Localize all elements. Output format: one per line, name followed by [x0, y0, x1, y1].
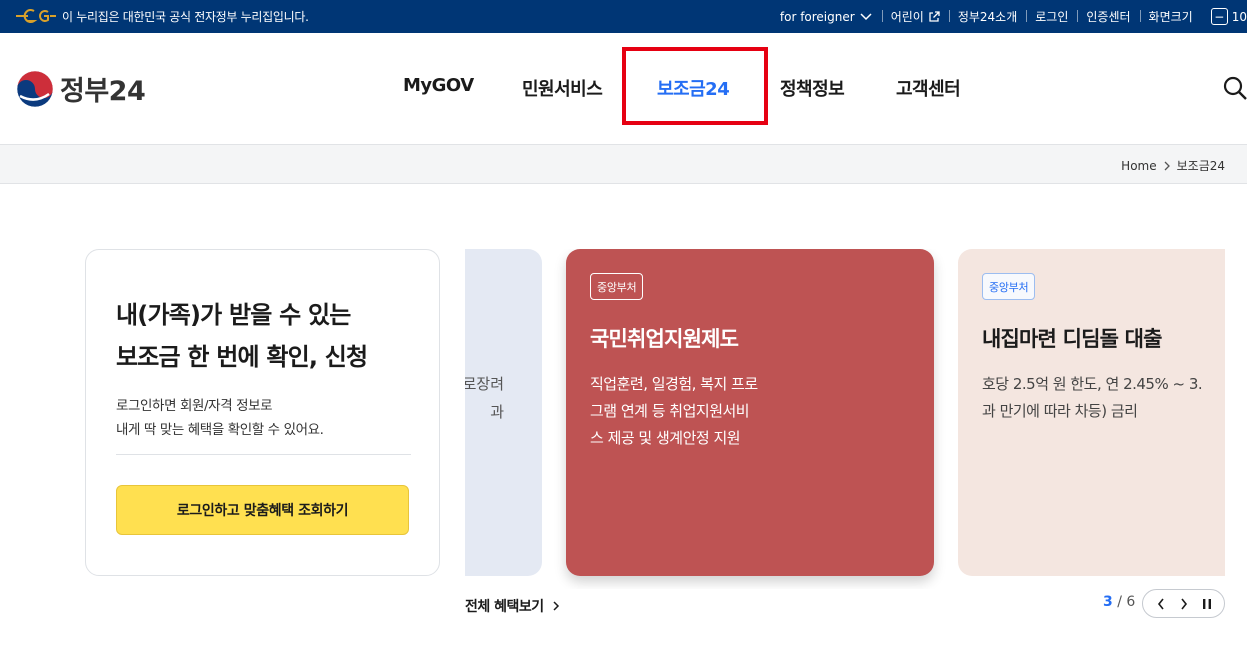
intro-description: 로그인하면 회원/자격 정보로 내게 딱 맞는 혜택을 확인할 수 있어요. [116, 394, 416, 442]
chevron-left-icon [1157, 598, 1164, 609]
screen-size-label: 화면크기 [1139, 8, 1202, 25]
nav-policy-info[interactable]: 정책정보 [780, 75, 845, 101]
card-desc-line1: 호당 2.5억 원 한도, 연 2.45% ~ 3. [982, 375, 1203, 393]
benefit-card-home-loan[interactable]: 중앙부처 내집마련 디딤돌 대출 호당 2.5억 원 한도, 연 2.45% ~… [958, 249, 1225, 576]
search-icon[interactable] [1222, 75, 1247, 101]
view-all-benefits-link[interactable]: 전체 혜택보기 [465, 596, 560, 616]
government-banner: 이 누리집은 대한민국 공식 전자정부 누리집입니다. for foreigne… [0, 0, 1247, 33]
site-header: 정부24 MyGOV 민원서비스 보조금24 정책정보 고객센터 [0, 33, 1247, 144]
certification-center-link[interactable]: 인증센터 [1077, 8, 1139, 25]
breadcrumb-bar: Home 보조금24 [0, 144, 1247, 184]
page-separator: / [1117, 594, 1122, 610]
intro-headline-line2: 보조금 한 번에 확인, 신청 [116, 343, 368, 371]
ministry-badge: 중앙부처 [982, 273, 1036, 300]
benefit-card-description: 호당 2.5억 원 한도, 연 2.45% ~ 3. 과 만기에 따라 차등) … [982, 371, 1203, 425]
view-all-label: 전체 혜택보기 [465, 599, 544, 615]
official-site-notice: 이 누리집은 대한민국 공식 전자정부 누리집입니다. [62, 10, 309, 24]
breadcrumb-home[interactable]: Home [1121, 159, 1156, 173]
for-foreigner-link[interactable]: for foreigner [771, 10, 882, 24]
nav-civil-services[interactable]: 민원서비스 [522, 75, 603, 101]
nav-customer-center[interactable]: 고객센터 [896, 75, 961, 101]
for-foreigner-label: for foreigner [779, 9, 855, 24]
ministry-badge: 중앙부처 [590, 273, 644, 300]
benefit-card-title: 내집마련 디딤돌 대출 [982, 327, 1163, 351]
next-slide-button[interactable] [1175, 595, 1193, 613]
external-link-icon [929, 10, 940, 22]
pause-icon [1202, 598, 1211, 609]
kids-link[interactable]: 어린이 [881, 8, 949, 25]
utility-menu: for foreigner 어린이 정부24소개 로그인 인증센터 화면크기 −… [771, 0, 1247, 33]
kids-label: 어린이 [890, 10, 924, 24]
card-desc-line1: 직업훈련, 일경험, 복지 프로 [590, 375, 758, 393]
benefit-card-national-employment-support[interactable]: 중앙부처 국민취업지원제도 직업훈련, 일경험, 복지 프로 그램 연계 등 취… [566, 249, 934, 576]
breadcrumb-current: 보조금24 [1176, 159, 1225, 173]
chevron-right-icon [1180, 598, 1187, 609]
carousel-page-indicator: 3 / 6 [1103, 594, 1135, 610]
intro-desc-line1: 로그인하면 회원/자격 정보로 [116, 398, 273, 414]
zoom-out-button[interactable]: − [1210, 8, 1228, 25]
login-check-benefits-button[interactable]: 로그인하고 맞춤혜택 조회하기 [116, 485, 409, 535]
highlight-annotation-box [622, 47, 768, 125]
carousel-controls [1142, 589, 1225, 618]
nav-mygov[interactable]: MyGOV [403, 75, 474, 96]
intro-headline-line1: 내(가족)가 받을 수 있는 [116, 301, 351, 329]
benefit-card-title: 국민취업지원제도 [590, 327, 739, 351]
intro-divider [116, 454, 411, 455]
intro-headline: 내(가족)가 받을 수 있는 보조금 한 번에 확인, 신청 [116, 294, 416, 378]
intro-desc-line2: 내게 딱 맞는 혜택을 확인할 수 있어요. [116, 422, 324, 438]
previous-slide-button[interactable] [1152, 595, 1170, 613]
screen-size-control: − 10 [1202, 8, 1247, 25]
current-page: 3 [1103, 594, 1113, 610]
benefit-card-previous[interactable]: 로장려 과 [465, 249, 542, 576]
benefit-card-description: 직업훈련, 일경험, 복지 프로 그램 연계 등 취업지원서비 스 제공 및 생… [590, 371, 758, 452]
prev-card-fragment2: 과 [490, 403, 504, 421]
benefit-carousel: 로장려 과 중앙부처 국민취업지원제도 직업훈련, 일경험, 복지 프로 그램 … [465, 249, 1225, 589]
breadcrumb: Home 보조금24 [1121, 157, 1225, 174]
card-desc-line2: 그램 연계 등 취업지원서비 [590, 402, 750, 420]
card-desc-line2: 과 만기에 따라 차등) 금리 [982, 402, 1138, 420]
screen-size-value: 10 [1231, 9, 1247, 24]
prev-card-fragment1: 로장려 [465, 375, 504, 393]
pause-button[interactable] [1198, 595, 1216, 613]
egov-logo-icon [16, 9, 56, 23]
login-link[interactable]: 로그인 [1026, 8, 1077, 25]
total-pages: 6 [1126, 594, 1136, 610]
subsidy-intro-card: 내(가족)가 받을 수 있는 보조금 한 번에 확인, 신청 로그인하면 회원/… [85, 249, 440, 576]
chevron-right-icon [553, 601, 559, 611]
chevron-right-icon [1164, 161, 1170, 170]
chevron-down-icon [860, 12, 872, 20]
about-gov24-link[interactable]: 정부24소개 [948, 8, 1026, 25]
card-desc-line3: 스 제공 및 생계안정 지원 [590, 429, 741, 447]
